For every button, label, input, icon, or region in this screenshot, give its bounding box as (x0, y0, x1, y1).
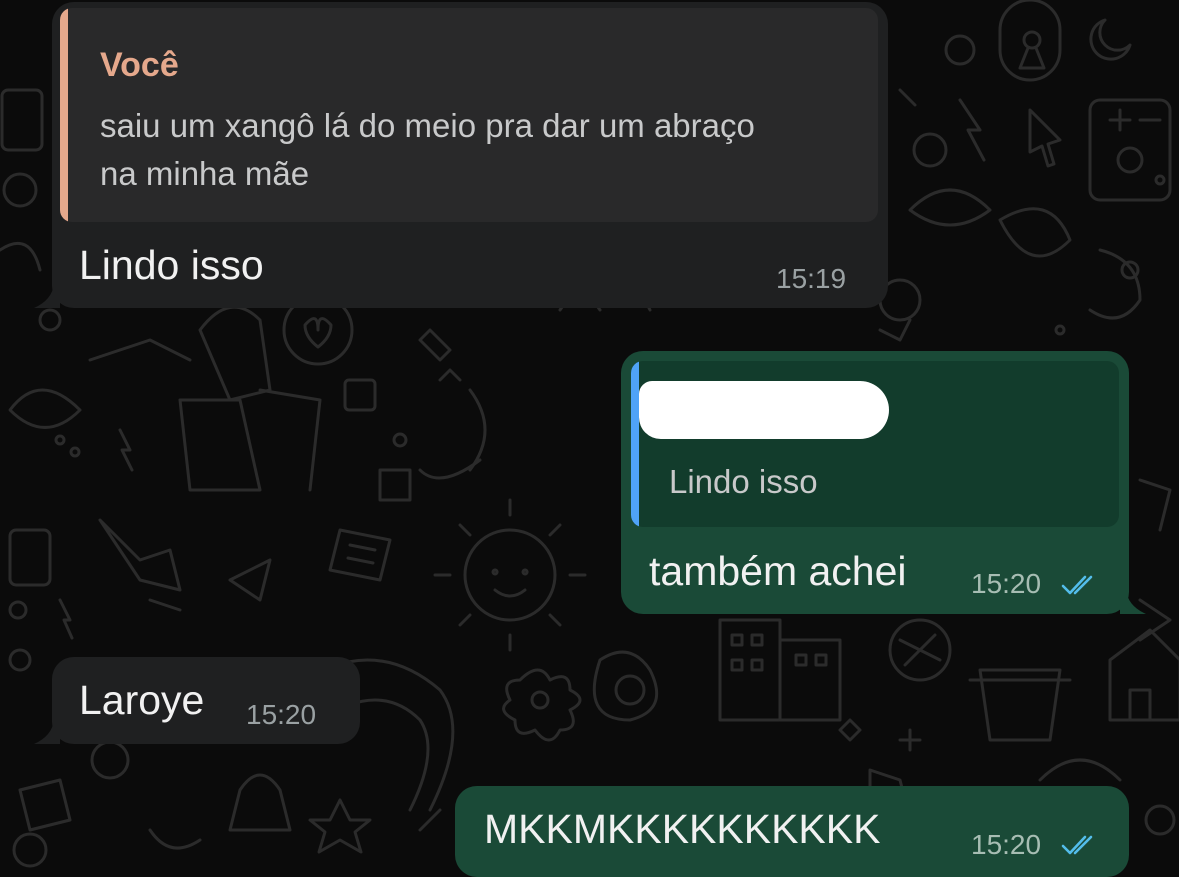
outgoing-message-bubble[interactable]: Lindo isso também achei 15:20 (621, 351, 1129, 614)
incoming-message-bubble[interactable]: Você saiu um xangô lá do meio pra dar um… (52, 2, 888, 308)
bubble-tail (34, 284, 60, 308)
bubble-tail (34, 720, 60, 744)
redacted-author-name (639, 381, 889, 439)
quote-accent-bar (631, 361, 639, 527)
message-text: também achei (649, 548, 907, 594)
message-text: Laroye (79, 677, 205, 723)
message-text: MKKMKKKKKKKKKK (484, 806, 881, 852)
message-time: 15:20 (971, 829, 1042, 860)
quote-text-line-2: na minha mãe (100, 155, 310, 192)
quote-text-line-1: saiu um xangô lá do meio pra dar um abra… (100, 107, 755, 144)
message-time: 15:19 (776, 263, 847, 294)
message-time: 15:20 (246, 699, 317, 730)
quoted-message[interactable]: Lindo isso (631, 361, 1119, 527)
incoming-message-bubble[interactable]: Laroye 15:20 (52, 657, 360, 744)
message-time: 15:20 (971, 568, 1042, 599)
double-check-read-icon (1061, 575, 1093, 595)
outgoing-message-bubble[interactable]: MKKMKKKKKKKKKK 15:20 (455, 786, 1129, 877)
quote-author: Você (100, 46, 179, 84)
quoted-message[interactable]: Você saiu um xangô lá do meio pra dar um… (60, 8, 878, 222)
double-check-read-icon (1061, 835, 1093, 855)
quote-text: Lindo isso (669, 463, 818, 500)
message-text: Lindo isso (79, 242, 264, 288)
quote-accent-bar (60, 8, 68, 222)
bubble-tail (1120, 590, 1146, 614)
